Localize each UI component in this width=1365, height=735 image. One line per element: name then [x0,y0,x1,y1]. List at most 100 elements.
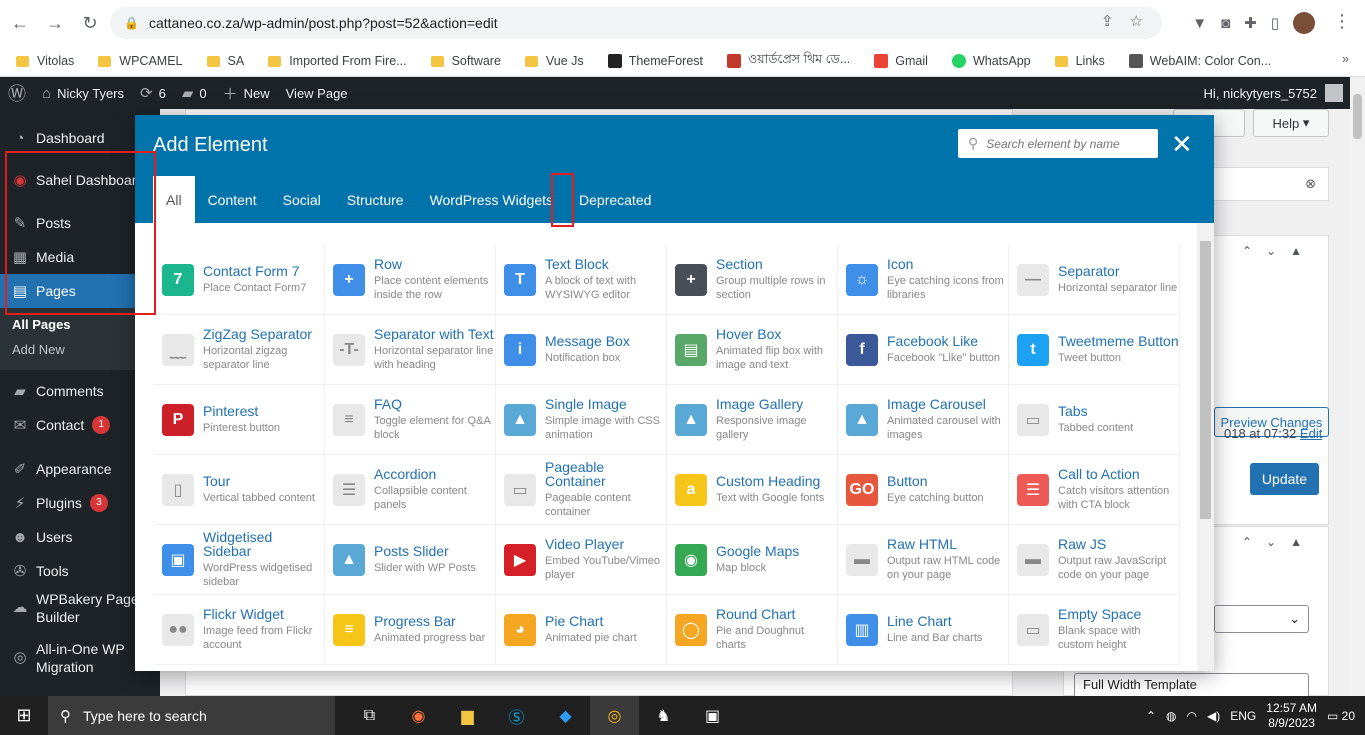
modal-scrollbar[interactable] [1197,223,1214,671]
clock[interactable]: 12:57 AM 8/9/2023 [1266,701,1317,731]
language-indicator[interactable]: ENG [1230,709,1256,723]
comments-link[interactable]: ▰ 0 [174,77,215,109]
parent-select[interactable]: ⌄ [1214,605,1309,633]
bookmark[interactable]: WebAIM: Color Con... [1128,54,1271,68]
network-icon[interactable]: ◍ [1166,709,1176,723]
element-item[interactable]: ▬ Raw HTML Output raw HTML code on your pa… [838,525,1009,595]
element-item[interactable]: — Separator Horizontal separator line [1009,245,1180,315]
bookmark[interactable]: WhatsApp [951,54,1031,68]
app-icon[interactable]: ▣ [688,696,737,735]
volume-icon[interactable]: ◀) [1207,709,1220,723]
bookmark[interactable]: Vue Js [524,54,584,68]
element-item[interactable]: ☼ Icon Eye catching icons from libraries [838,245,1009,315]
update-button[interactable]: Update [1250,463,1319,495]
element-item[interactable]: ▬ Raw JS Output raw JavaScript code on you… [1009,525,1180,595]
wp-logo-icon[interactable]: Ⓦ [0,77,34,109]
tab-wordpress-widgets[interactable]: WordPress Widgets [417,176,566,223]
page-scrollbar[interactable] [1350,77,1365,696]
element-item[interactable]: f Facebook Like Facebook "Like" button [838,315,1009,385]
reload-icon[interactable]: ↻ [75,8,105,38]
vscode-icon[interactable]: ◆ [541,696,590,735]
kebab-menu-icon[interactable]: ⋮ [1333,11,1351,32]
box-controls-icon[interactable]: ⌃⌄▲ [1242,535,1316,549]
wifi-icon[interactable]: ◠ [1187,709,1197,723]
element-item[interactable]: + Row Place content elements inside the ro… [325,245,496,315]
camera-icon[interactable]: ◙ [1221,15,1230,32]
element-item[interactable]: ▶ Video Player Embed YouTube/Vimeo player [496,525,667,595]
address-bar[interactable]: 🔒 cattaneo.co.za/wp-admin/post.php?post=… [110,7,1162,39]
element-item[interactable]: P Pinterest Pinterest button [154,385,325,455]
element-item[interactable]: ▥ Line Chart Line and Bar charts [838,595,1009,665]
scrollbar-thumb[interactable] [1353,94,1362,139]
element-item[interactable]: ▲ Image Carousel Animated carousel with im… [838,385,1009,455]
bookmark[interactable]: Software [430,54,501,68]
element-item[interactable]: ▭ Pageable Container Pageable content cont… [496,455,667,525]
firefox-icon[interactable]: ◉ [394,696,443,735]
file-explorer-icon[interactable]: ▆ [443,696,492,735]
new-content-link[interactable]: ＋ New [215,77,278,109]
bookmark[interactable]: WPCAMEL [98,54,183,68]
sidepanel-icon[interactable]: ▯ [1271,14,1279,32]
element-item[interactable]: ▭ Empty Space Blank space with custom heig… [1009,595,1180,665]
element-item[interactable]: ◉ Google Maps Map block [667,525,838,595]
tab-structure[interactable]: Structure [334,176,417,223]
bookmark[interactable]: Vitolas [16,54,74,68]
element-item[interactable]: ▲ Image Gallery Responsive image gallery [667,385,838,455]
element-item[interactable]: -T- Separator with Text Horizontal separat… [325,315,496,385]
site-name-link[interactable]: ⌂ Nicky Tyers [34,77,132,109]
bookmark[interactable]: ওয়ার্ডপ্রেস থিম ডে... [727,51,850,71]
element-item[interactable]: ﹏ ZigZag Separator Horizontal zigzag separ… [154,315,325,385]
skype-icon[interactable]: Ⓢ [492,696,541,735]
taskbar-search[interactable]: ⚲ Type here to search [48,696,335,735]
element-item[interactable]: ☰ Call to Action Catch visitors attention … [1009,455,1180,525]
element-item[interactable]: t Tweetmeme Button Tweet button [1009,315,1180,385]
profile-avatar[interactable] [1293,12,1315,34]
element-search[interactable]: ⚲ [958,129,1158,158]
box-controls-icon[interactable]: ⌃⌄▲ [1242,244,1316,258]
task-view-icon[interactable]: ⧉ [345,696,394,735]
bookmarks-more[interactable]: » [1342,52,1349,66]
bookmark[interactable]: Links [1054,54,1105,68]
help-button[interactable]: Help ▾ [1253,109,1329,137]
close-modal-icon[interactable]: ✕ [1171,131,1193,157]
element-item[interactable]: ▤ Hover Box Animated flip box with image a… [667,315,838,385]
element-item[interactable]: ◕ Pie Chart Animated pie chart [496,595,667,665]
element-item[interactable]: T Text Block A block of text with WYSIWYG … [496,245,667,315]
tab-content[interactable]: Content [195,176,270,223]
tab-deprecated[interactable]: Deprecated [566,176,664,223]
modal-scrollbar-thumb[interactable] [1200,241,1211,519]
back-icon[interactable]: ← [5,8,35,38]
element-search-input[interactable] [986,136,1152,151]
share-icon[interactable]: ⇪ [1101,12,1114,30]
edit-date-link[interactable]: Edit [1300,426,1322,441]
puzzle-icon[interactable]: ✚ [1244,14,1257,32]
notification-icon[interactable]: ▭ 20 [1327,709,1355,723]
element-item[interactable]: ●● Flickr Widget Image feed from Flickr ac… [154,595,325,665]
updates-link[interactable]: ⟳ 6 [132,77,174,109]
app-icon[interactable]: ♞ [639,696,688,735]
close-icon[interactable]: ⊗ [1305,176,1316,192]
windows-start-icon[interactable]: ⊞ [0,696,48,735]
my-account[interactable]: Hi, nickytyers_5752 [1204,77,1343,109]
bookmark[interactable]: Gmail [874,54,928,68]
element-item[interactable]: ▭ Tabs Tabbed content [1009,385,1180,455]
forward-icon[interactable]: → [40,8,70,38]
element-item[interactable]: ▲ Posts Slider Slider with WP Posts [325,525,496,595]
element-item[interactable]: ▲ Single Image Simple image with CSS anima… [496,385,667,455]
element-item[interactable]: a Custom Heading Text with Google fonts [667,455,838,525]
view-page-link[interactable]: View Page [278,77,356,109]
element-item[interactable]: i Message Box Notification box [496,315,667,385]
element-item[interactable]: ◯ Round Chart Pie and Doughnut charts [667,595,838,665]
bookmark[interactable]: Imported From Fire... [268,54,407,68]
element-item[interactable]: GO Button Eye catching button [838,455,1009,525]
tab-all[interactable]: All [153,176,195,223]
bookmark[interactable]: ThemeForest [607,54,703,68]
element-item[interactable]: ▯ Tour Vertical tabbed content [154,455,325,525]
element-item[interactable]: ≡ FAQ Toggle element for Q&A block [325,385,496,455]
element-item[interactable]: + Section Group multiple rows in section [667,245,838,315]
tab-social[interactable]: Social [270,176,334,223]
extension-icon[interactable]: ▼ [1192,15,1207,32]
chrome-icon[interactable]: ◎ [590,696,639,735]
element-item[interactable]: ≡ Progress Bar Animated progress bar [325,595,496,665]
star-icon[interactable]: ☆ [1130,12,1143,30]
